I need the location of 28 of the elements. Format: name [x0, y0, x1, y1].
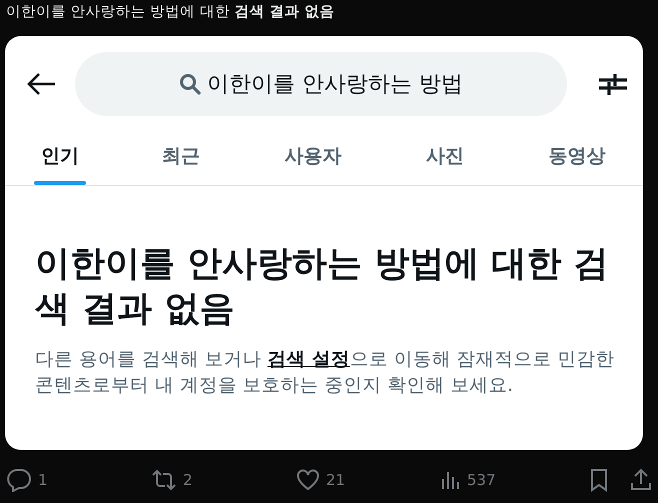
bookmark-icon: [590, 468, 608, 492]
count-text: 1: [38, 470, 48, 491]
search-tab[interactable]: 사진: [379, 124, 511, 184]
count-text: 2: [183, 470, 193, 491]
back-arrow-icon[interactable]: [27, 72, 57, 96]
post-text: 이한이를 안사랑하는 방법에 대한 검색 결과 없음: [5, 3, 336, 22]
search-settings-link[interactable]: 검색 설정: [268, 348, 350, 370]
search-tab[interactable]: 동영상: [511, 124, 643, 184]
empty-title: 이한이를 안사랑하는 방법에 대한 검색 결과 없음: [35, 242, 610, 331]
share-icon: [630, 468, 652, 492]
repost-icon: [151, 469, 177, 491]
repost-button[interactable]: 2: [151, 468, 296, 492]
count-text: 537: [467, 470, 496, 491]
like-button[interactable]: 21: [296, 468, 441, 492]
views-button[interactable]: 537: [441, 468, 586, 492]
search-field[interactable]: 이한이를 안사랑하는 방법: [75, 52, 567, 116]
empty-message: 다른 용어를 검색해 보거나 검색 설정으로 이동해 잠재적으로 민감한 콘텐츠로부터 내 계정을 보호하는 중인지 확인해 보세요.: [35, 348, 616, 398]
reply-icon: [6, 468, 32, 492]
search-tab[interactable]: 인기: [5, 124, 115, 184]
search-tab[interactable]: 사용자: [247, 124, 379, 184]
search-text: 이한이를 안사랑하는 방법: [207, 70, 463, 98]
like-icon: [296, 469, 320, 491]
views-icon: [441, 469, 461, 491]
share-button[interactable]: [630, 468, 652, 492]
reply-button[interactable]: 1: [6, 468, 151, 492]
bookmark-button[interactable]: [590, 468, 608, 492]
search-tab[interactable]: 최근: [115, 124, 247, 184]
count-text: 21: [326, 470, 346, 491]
